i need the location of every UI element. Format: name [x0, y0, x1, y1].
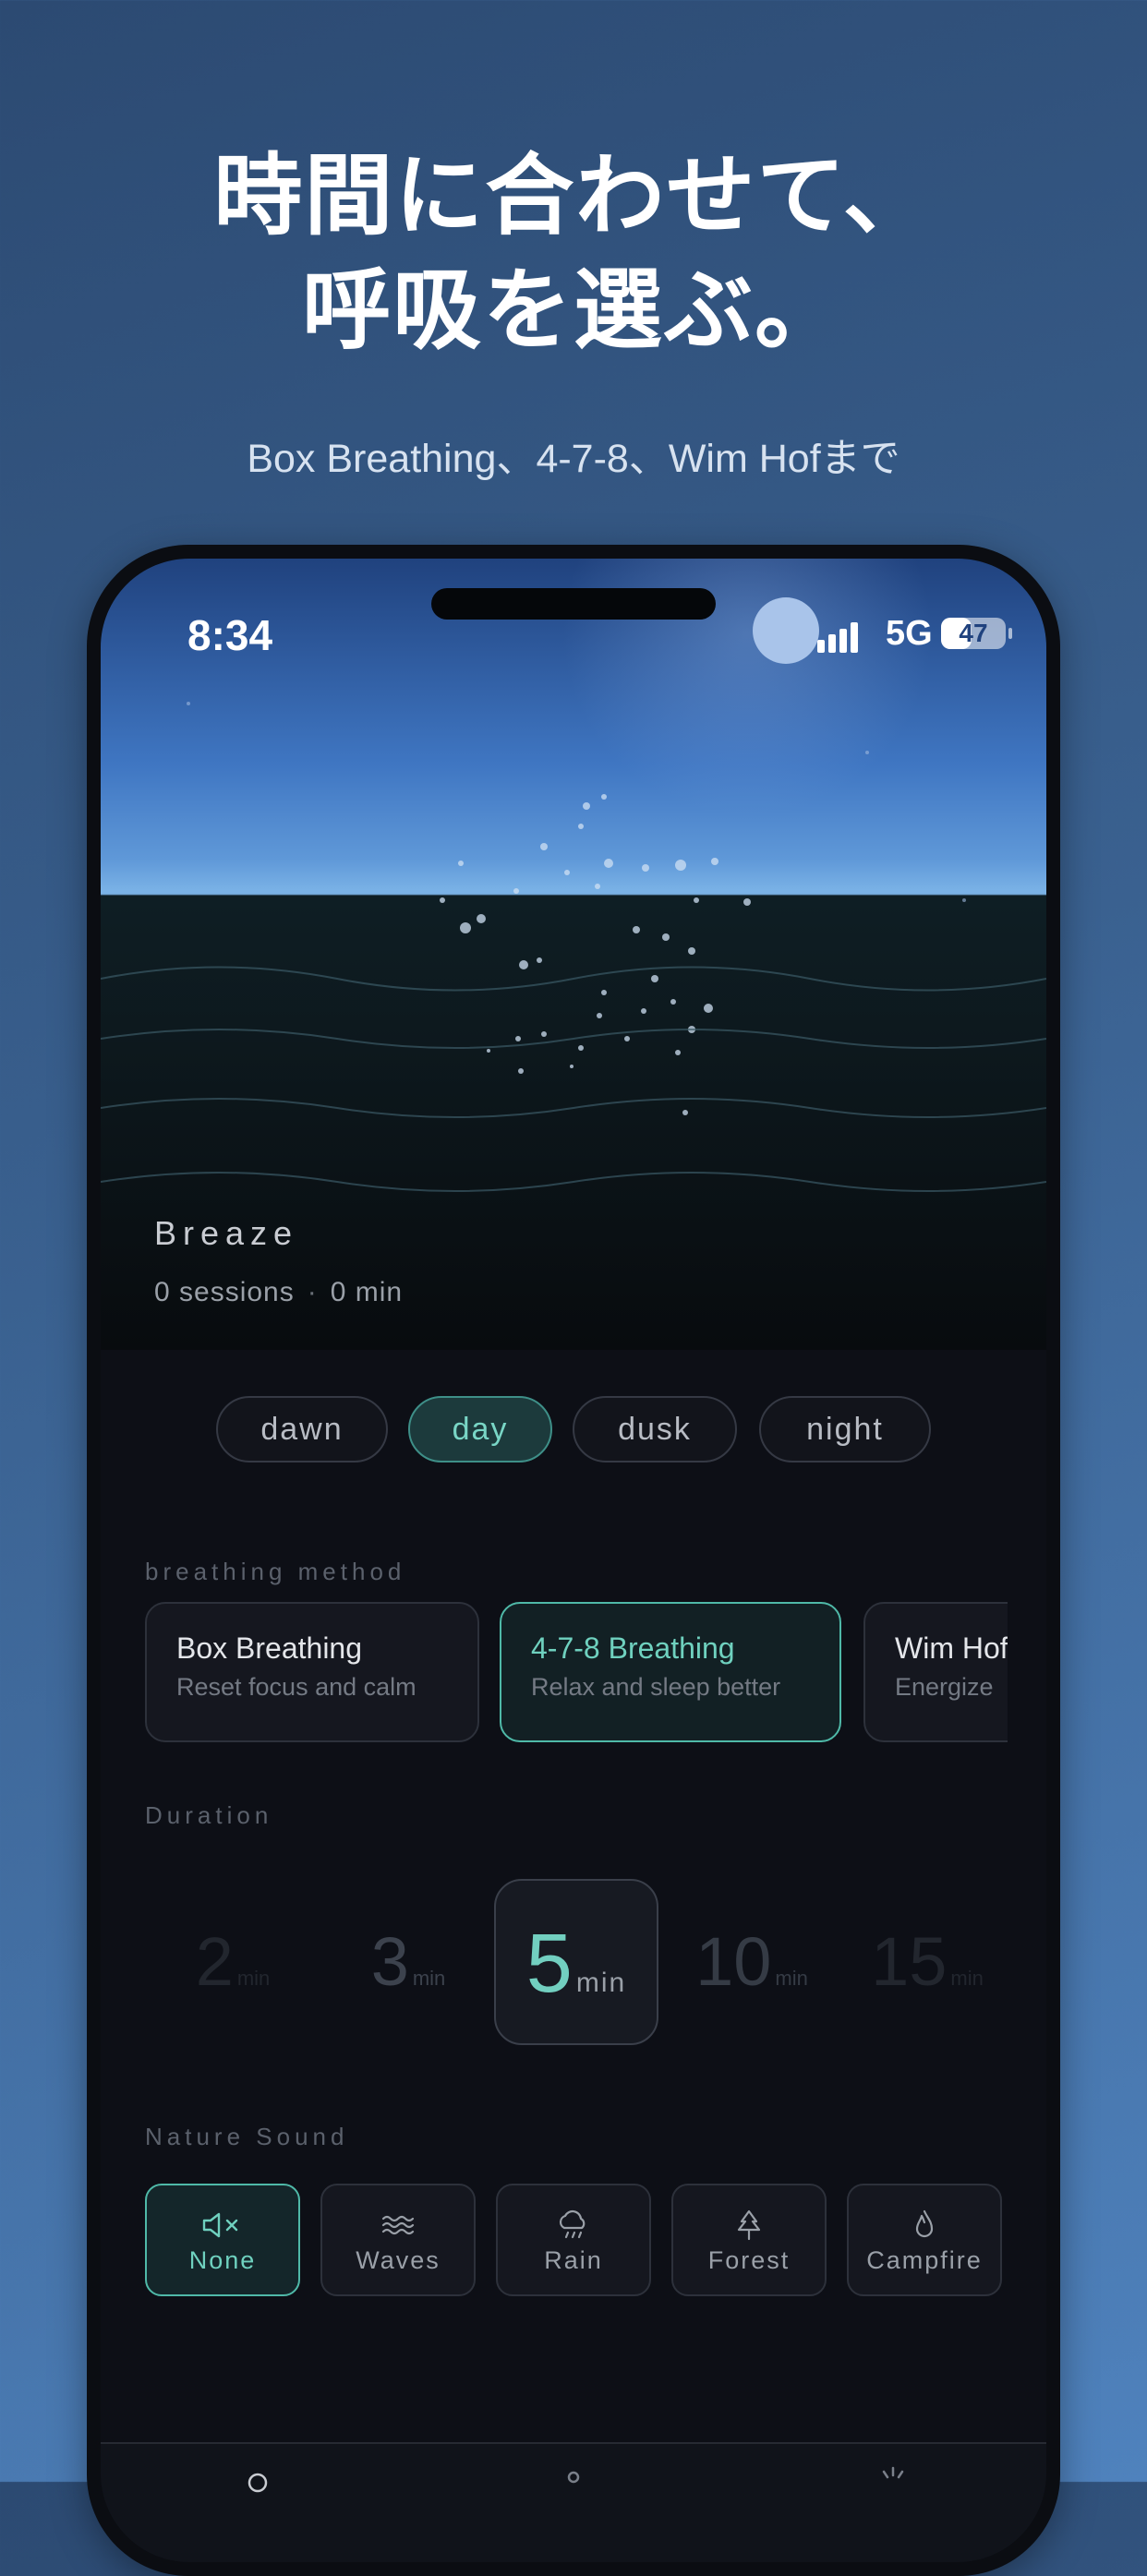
rain-icon [559, 2209, 586, 2239]
sound-option-waves[interactable]: Waves [320, 2184, 476, 2296]
chip-dawn[interactable]: dawn [216, 1396, 388, 1463]
dynamic-island [431, 588, 716, 620]
duration-option-2[interactable]: 2 min [173, 1879, 293, 2045]
duration-unit: min [412, 1967, 446, 1990]
speaker-mute-icon [202, 2212, 238, 2238]
sound-option-campfire[interactable]: Campfire [847, 2184, 1002, 2296]
duration-option-5[interactable]: 5 min [494, 1879, 658, 2045]
tab-profile-icon[interactable] [546, 2464, 601, 2501]
promo-title-line1: 時間に合わせて、 [213, 144, 934, 247]
wave-lines [101, 966, 1046, 1192]
duration-option-3[interactable]: 3 min [348, 1879, 468, 2045]
breathing-method-list: Box Breathing Reset focus and calm 4-7-8… [145, 1602, 1008, 1742]
duration-value: 2 [195, 1923, 234, 2000]
promo-title: 時間に合わせて、 呼吸を選ぶ。 [0, 138, 1147, 367]
sound-option-forest[interactable]: Forest [671, 2184, 827, 2296]
method-title: Box Breathing [176, 1631, 363, 1665]
nature-sound-label: Nature Sound [145, 2123, 349, 2150]
tab-settings-icon[interactable] [865, 2464, 921, 2501]
duration-value: 5 [525, 1918, 573, 2010]
sound-option-rain[interactable]: Rain [496, 2184, 651, 2296]
duration-value: 3 [370, 1923, 409, 2000]
hero-scene: 8:34 5G 47 Breaze 0 sessions · 0 min [101, 559, 1046, 1350]
duration-unit: min [775, 1967, 808, 1990]
duration-option-15[interactable]: 15 min [858, 1879, 996, 2045]
chip-day[interactable]: day [408, 1396, 552, 1463]
flame-icon [915, 2209, 934, 2238]
battery-tip [1008, 628, 1012, 639]
star [187, 702, 190, 705]
battery-level: 47 [959, 619, 988, 647]
duration-unit: min [236, 1967, 271, 1990]
chip-dusk[interactable]: dusk [573, 1396, 737, 1463]
duration-picker: 2min 3min 5min 10min 15min 2 [145, 1879, 1008, 2045]
sound-label: Waves [356, 2246, 441, 2274]
method-subtitle: Energize [895, 1673, 994, 1701]
method-subtitle: Reset focus and calm [176, 1673, 417, 1701]
method-card-wim-hof[interactable]: Wim Hof Energize [863, 1602, 1008, 1742]
sound-label: Forest [707, 2246, 791, 2274]
session-stats: 0 sessions · 0 min [154, 1277, 403, 1308]
app-screen: 8:34 5G 47 Breaze 0 sessions · 0 min daw… [101, 559, 1046, 2562]
star [962, 898, 966, 902]
nature-sound-list: None Waves Rain Forest Campfire [145, 2184, 1008, 2298]
sessions-count: 0 sessions [154, 1277, 295, 1307]
promo-subtitle: Box Breathing、4-7-8、Wim Hofまで [247, 437, 900, 481]
breathing-method-label: breathing method [145, 1558, 406, 1585]
phone-frame: 8:34 5G 47 Breaze 0 sessions · 0 min daw… [87, 545, 1060, 2576]
method-card-box-breathing[interactable]: Box Breathing Reset focus and calm [145, 1602, 479, 1742]
method-title: Wim Hof [895, 1631, 1008, 1665]
minutes-total: 0 min [330, 1277, 404, 1307]
sound-label: None [188, 2246, 257, 2274]
stats-separator: · [307, 1277, 318, 1307]
chip-night[interactable]: night [759, 1396, 931, 1463]
network-type: 5G [886, 614, 933, 653]
method-title: 4-7-8 Breathing [531, 1631, 735, 1665]
app-name: Breaze [154, 1214, 299, 1252]
promo-title-line2: 呼吸を選ぶ。 [302, 259, 845, 362]
sound-label: Campfire [866, 2246, 983, 2274]
sound-option-none[interactable]: None [145, 2184, 300, 2296]
duration-value: 15 [871, 1923, 948, 2000]
bottom-tab-bar [101, 2442, 1046, 2562]
breath-particles [440, 794, 751, 1115]
tab-home-icon[interactable] [230, 2464, 285, 2501]
moon [753, 597, 819, 664]
method-subtitle: Relax and sleep better [531, 1673, 781, 1701]
duration-unit: min [575, 1968, 627, 1998]
duration-option-10[interactable]: 10 min [682, 1879, 821, 2045]
duration-unit: min [950, 1967, 984, 1990]
tree-icon [737, 2209, 761, 2241]
sound-label: Rain [544, 2246, 603, 2274]
duration-value: 10 [695, 1923, 772, 2000]
star [865, 751, 869, 754]
signal-icon [817, 622, 858, 653]
battery-icon: 47 [941, 618, 1006, 649]
status-time: 8:34 [187, 611, 273, 659]
waves-icon [381, 2215, 415, 2235]
method-card-478-breathing[interactable]: 4-7-8 Breathing Relax and sleep better [500, 1602, 841, 1742]
duration-label: Duration [145, 1801, 273, 1829]
